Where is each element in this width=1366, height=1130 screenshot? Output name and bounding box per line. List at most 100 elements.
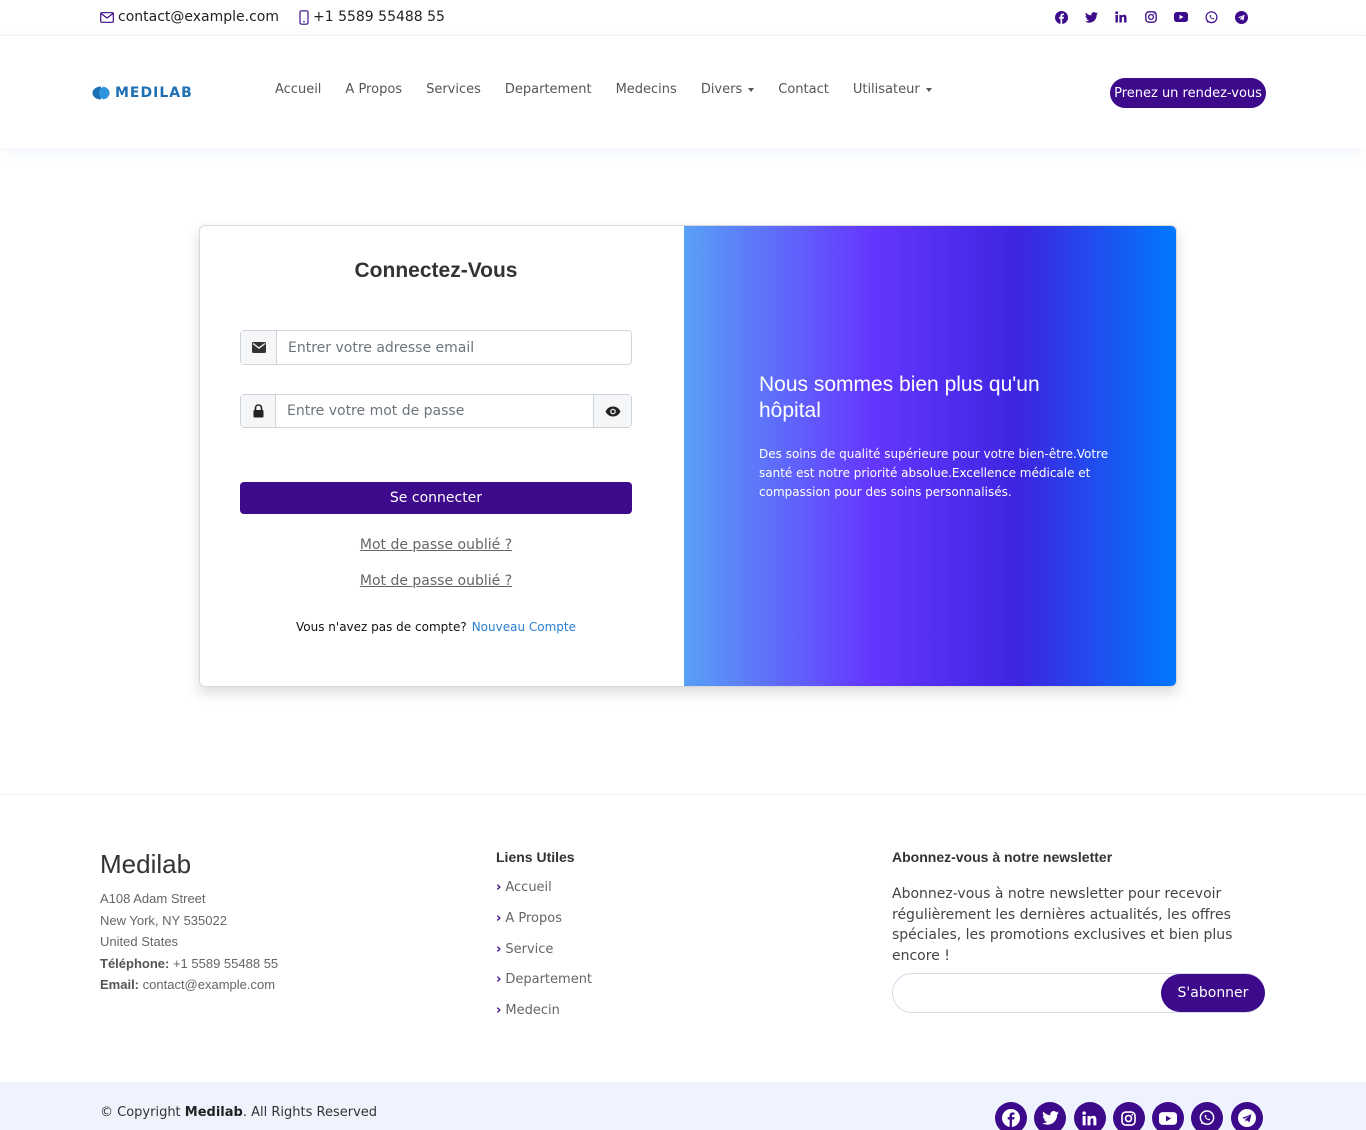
topbar-phone-text: +1 5589 55488 55 (313, 9, 445, 25)
address-line: New York, NY 535022 (100, 912, 227, 928)
logo-text: MEDILAB (115, 85, 193, 101)
footer-link-departement[interactable]: › Departement (496, 972, 592, 1003)
toggle-password-visibility[interactable] (593, 395, 631, 427)
whatsapp-icon[interactable] (1191, 1102, 1224, 1130)
phone-value: +1 5589 55488 55 (172, 955, 279, 971)
copyright-prefix: © Copyright (100, 1105, 185, 1120)
copyright-brand: Medilab (184, 1105, 243, 1120)
topbar-email[interactable]: contact@example.com (100, 9, 279, 25)
nav-label: Services (426, 82, 481, 97)
chevron-down-icon (748, 87, 755, 92)
nav-item-accueil[interactable]: Accueil (263, 82, 333, 97)
footer-link-label: Medecin (505, 1003, 560, 1019)
nav-label: Departement (504, 82, 592, 97)
signup-prompt: Vous n'avez pas de compte? Nouveau Compte (200, 620, 672, 634)
useful-links: › Accueil › A Propos › Service › Departement… (496, 880, 592, 1034)
whatsapp-icon[interactable] (1204, 10, 1218, 24)
chevron-right-icon: › (496, 941, 502, 957)
email-field-group (240, 330, 632, 365)
nav-label: A Propos (345, 82, 403, 97)
footer-link-label: Departement (505, 972, 593, 988)
nav-label: Divers (700, 82, 743, 97)
no-account-text: Vous n'avez pas de compte? (296, 620, 467, 634)
email-value: contact@example.com (142, 977, 276, 992)
nav-item-departement[interactable]: Departement (493, 82, 604, 97)
copyright: © Copyright Medilab. All Rights Reserved (100, 1105, 377, 1120)
main-nav: Accueil A Propos Services Departement Me… (263, 82, 944, 97)
bottom-bar: © Copyright Medilab. All Rights Reserved (0, 1082, 1366, 1130)
nav-label: Accueil (275, 82, 322, 97)
envelope-icon (241, 331, 277, 364)
nav-label: Utilisateur (852, 82, 920, 97)
telegram-icon[interactable] (1234, 10, 1248, 24)
site-header: MEDILAB Accueil A Propos Services Depart… (0, 35, 1366, 148)
topbar-contact: contact@example.com +1 5589 55488 55 (100, 9, 465, 25)
medilab-logo[interactable]: MEDILAB (92, 85, 193, 101)
nav-item-utilisateur[interactable]: Utilisateur (841, 82, 944, 97)
nav-item-contact[interactable]: Contact (766, 82, 841, 97)
linkedin-icon[interactable] (1073, 1102, 1106, 1130)
email-label: Email: (100, 977, 140, 992)
nav-item-medecins[interactable]: Medecins (604, 82, 689, 97)
youtube-icon[interactable] (1174, 10, 1188, 24)
footer-email: Email: contact@example.com (100, 974, 278, 996)
footer-link-a-propos[interactable]: › A Propos (496, 911, 592, 942)
forgot-password-link[interactable]: Mot de passe oublié ? (200, 537, 672, 553)
login-form-panel: Connectez-Vous Se connecter Mot de passe… (200, 226, 684, 686)
topbar: contact@example.com +1 5589 55488 55 (0, 0, 1366, 35)
eye-icon (605, 406, 620, 416)
facebook-icon[interactable] (995, 1102, 1027, 1130)
promo-heading: Nous sommes bien plus qu'un hôpital (759, 373, 1040, 422)
footer-link-label: A Propos (505, 910, 562, 926)
footer-link-label: Accueil (505, 880, 552, 895)
chevron-right-icon: › (496, 972, 502, 988)
footer-address: A108 Adam Street New York, NY 535022 Uni… (100, 888, 278, 996)
youtube-icon[interactable] (1152, 1102, 1185, 1130)
lock-icon (241, 395, 276, 427)
chevron-right-icon: › (496, 910, 502, 926)
nav-label: Medecins (615, 82, 677, 97)
instagram-icon[interactable] (1112, 1102, 1145, 1130)
footer-link-service[interactable]: › Service (496, 942, 592, 973)
site-footer: Medilab A108 Adam Street New York, NY 53… (0, 794, 1366, 1082)
login-submit-button[interactable]: Se connecter (240, 482, 632, 514)
footer-link-medecin[interactable]: › Medecin (496, 1003, 592, 1034)
newsletter-title: Abonnez-vous à notre newsletter (892, 849, 1113, 865)
phone-icon (299, 9, 309, 25)
twitter-icon[interactable] (1034, 1102, 1067, 1130)
facebook-icon[interactable] (1054, 10, 1068, 24)
linkedin-icon[interactable] (1114, 10, 1128, 24)
nav-item-a-propos[interactable]: A Propos (333, 82, 414, 97)
topbar-email-text: contact@example.com (118, 9, 279, 25)
forgot-password-link-2[interactable]: Mot de passe oublié ? (200, 573, 672, 589)
signup-link[interactable]: Nouveau Compte (472, 620, 576, 634)
password-field-group (240, 394, 632, 428)
email-input[interactable] (277, 331, 631, 364)
phone-label: Téléphone: (100, 955, 170, 971)
newsletter-text: Abonnez-vous à notre newsletter pour rec… (892, 886, 1233, 964)
topbar-socials (1038, 10, 1248, 24)
footer-socials (995, 1102, 1270, 1130)
nav-item-services[interactable]: Services (414, 82, 493, 97)
twitter-icon[interactable] (1084, 10, 1098, 24)
chevron-right-icon: › (496, 880, 502, 895)
instagram-icon[interactable] (1144, 10, 1158, 24)
chevron-down-icon (925, 87, 932, 92)
useful-links-title: Liens Utiles (496, 849, 575, 865)
logo-mark-icon (92, 86, 110, 100)
telegram-icon[interactable] (1230, 1102, 1263, 1130)
address-line: A108 Adam Street (100, 891, 206, 906)
password-input[interactable] (276, 395, 593, 427)
footer-link-label: Service (505, 941, 554, 957)
subscribe-button[interactable]: S'abonner (1161, 974, 1265, 1012)
footer-link-accueil[interactable]: › Accueil (496, 880, 592, 911)
footer-phone: Téléphone: +1 5589 55488 55 (100, 953, 278, 975)
topbar-phone[interactable]: +1 5589 55488 55 (299, 9, 445, 25)
promo-text: Des soins de qualité supérieure pour vot… (759, 447, 1109, 499)
nav-item-divers[interactable]: Divers (689, 82, 766, 97)
footer-brand: Medilab (100, 849, 192, 879)
chevron-right-icon: › (496, 1003, 502, 1019)
envelope-icon (100, 11, 114, 23)
copyright-suffix: . All Rights Reserved (242, 1105, 378, 1120)
appointment-button[interactable]: Prenez un rendez-vous (1110, 78, 1266, 108)
